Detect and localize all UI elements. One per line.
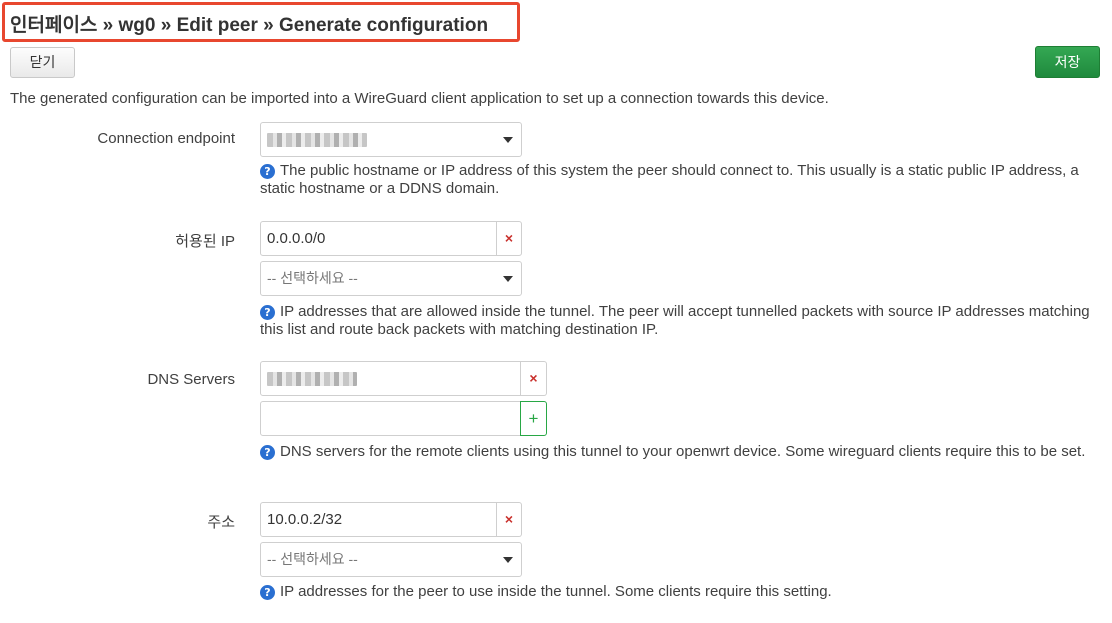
chevron-down-icon: [503, 137, 513, 143]
address-help: ? IP addresses for the peer to use inside…: [260, 583, 1102, 601]
help-icon: ?: [260, 585, 275, 600]
address-input[interactable]: 10.0.0.2/32: [260, 502, 497, 537]
address-label: 주소: [207, 514, 235, 531]
allowed-ips-select[interactable]: -- 선택하세요 --: [260, 261, 522, 296]
allowed-ips-input[interactable]: 0.0.0.0/0: [260, 221, 497, 256]
endpoint-select[interactable]: [260, 122, 522, 157]
allowed-ips-label: 허용된 IP: [175, 233, 235, 250]
allowed-ips-remove-icon[interactable]: ×: [497, 221, 522, 256]
redacted-dns-value: [267, 372, 357, 387]
close-button[interactable]: 닫기: [10, 47, 75, 78]
endpoint-help: ? The public hostname or IP address of th…: [260, 162, 1079, 197]
help-icon: ?: [260, 305, 275, 320]
redacted-endpoint-value: [267, 133, 367, 148]
help-icon: ?: [260, 164, 275, 179]
save-button[interactable]: 저장: [1035, 46, 1100, 78]
endpoint-label: Connection endpoint: [97, 130, 235, 147]
dns-server-input[interactable]: [260, 361, 521, 396]
dns-server-add-icon[interactable]: +: [520, 401, 547, 436]
dns-servers-help: ? DNS servers for the remote clients usin…: [260, 443, 1102, 461]
dns-servers-label: DNS Servers: [147, 371, 235, 388]
address-remove-icon[interactable]: ×: [497, 502, 522, 537]
help-icon: ?: [260, 445, 275, 460]
chevron-down-icon: [503, 276, 513, 282]
chevron-down-icon: [503, 557, 513, 563]
dns-server-remove-icon[interactable]: ×: [521, 361, 547, 396]
page-title: 인터페이스 » wg0 » Edit peer » Generate confi…: [10, 15, 489, 36]
dns-server-new-input[interactable]: [260, 401, 521, 436]
address-select[interactable]: -- 선택하세요 --: [260, 542, 522, 577]
page-description: The generated configuration can be impor…: [10, 90, 829, 107]
allowed-ips-help: ? IP addresses that are allowed inside th…: [260, 303, 1090, 338]
